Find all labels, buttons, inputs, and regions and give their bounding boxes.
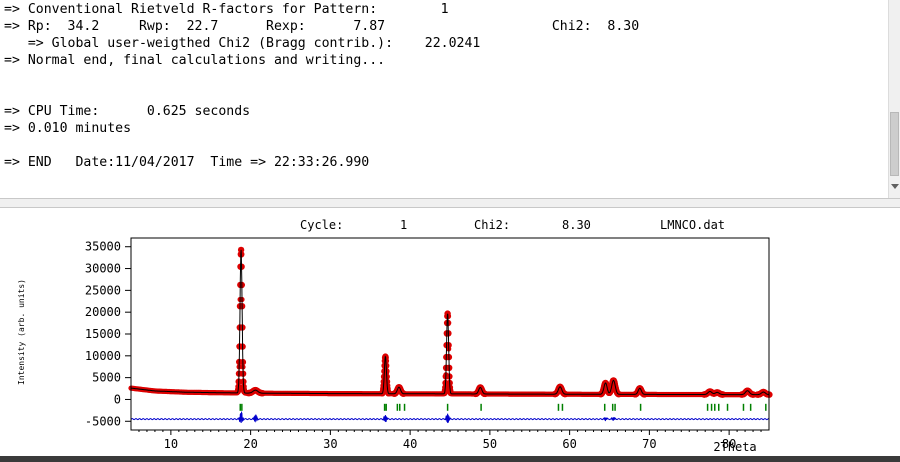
chi2-label: Chi2:	[474, 218, 510, 232]
x-tick-label: 50	[483, 437, 497, 451]
x-tick-label: 30	[323, 437, 337, 451]
rietveld-plot: Cycle: 1 Chi2: 8.30 LMNCO.dat Intensity …	[17, 218, 773, 454]
scrollbar-thumb[interactable]	[890, 112, 899, 176]
console-line: => Rp: 34.2 Rwp: 22.7 Rexp: 7.87 Chi2: 8…	[4, 19, 640, 34]
y-tick-label: 35000	[85, 240, 121, 254]
console-line: => Normal end, final calculations and wr…	[4, 53, 386, 68]
x-tick-label: 40	[403, 437, 417, 451]
y-tick-label: 15000	[85, 327, 121, 341]
console-line: => END Date:11/04/2017 Time => 22:33:26.…	[4, 155, 370, 170]
y-axis-label: Intensity (arb. units)	[17, 279, 26, 385]
cycle-value: 1	[400, 218, 407, 232]
x-tick-label: 20	[243, 437, 257, 451]
y-tick-label: 20000	[85, 305, 121, 319]
y-tick-label: 5000	[92, 371, 121, 385]
x-tick-label: 60	[562, 437, 576, 451]
console-output: => Conventional Rietveld R-factors for P…	[0, 0, 888, 198]
chi2-value: 8.30	[562, 218, 591, 232]
data-filename: LMNCO.dat	[660, 218, 725, 232]
y-tick-label: 10000	[85, 349, 121, 363]
x-tick-label: 80	[722, 437, 736, 451]
console-line: => 0.010 minutes	[4, 121, 132, 136]
cycle-label: Cycle:	[300, 218, 343, 232]
y-tick-label: 30000	[85, 262, 121, 276]
panel-divider[interactable]	[0, 198, 900, 208]
y-tick-label: -5000	[85, 414, 121, 428]
console-line: => CPU Time: 0.625 seconds	[4, 104, 251, 119]
console-vertical-scrollbar[interactable]	[888, 0, 900, 198]
scroll-down-arrow-icon[interactable]	[891, 184, 899, 189]
observed-points	[128, 246, 773, 398]
console-line: => Global user-weigthed Chi2 (Bragg cont…	[4, 36, 481, 51]
status-bar	[0, 456, 900, 462]
y-tick-label: 0	[114, 392, 121, 406]
x-tick-label: 70	[642, 437, 656, 451]
difference-line	[130, 410, 769, 424]
x-tick-label: 10	[164, 437, 178, 451]
console-line: => Conventional Rietveld R-factors for P…	[4, 2, 449, 17]
y-tick-label: 25000	[85, 283, 121, 297]
